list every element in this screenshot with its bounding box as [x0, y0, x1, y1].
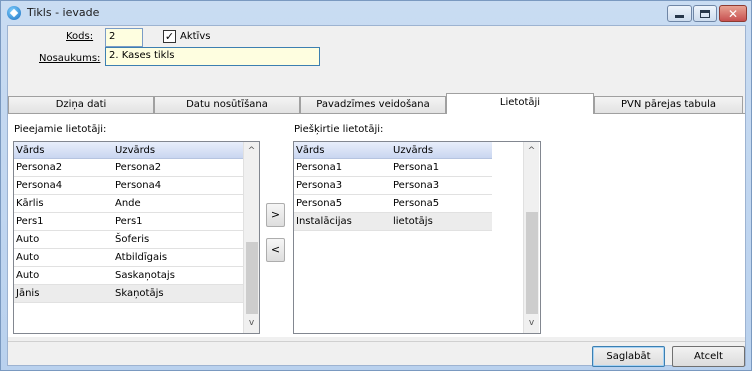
available-users-scrollbar[interactable]: ^ v: [243, 142, 259, 333]
tab-pvn-parejas-tabula[interactable]: PVN pārejas tabula: [594, 96, 743, 113]
cell-uzvards: Atbildīgais: [115, 252, 168, 263]
cell-uzvards: Persona2: [115, 162, 162, 173]
cell-uzvards: lietotājs: [393, 216, 433, 227]
grid-header: Vārds Uzvārds: [14, 142, 243, 159]
table-row[interactable]: Persona3 Persona3: [294, 177, 492, 195]
scroll-down-icon[interactable]: v: [244, 316, 259, 331]
add-user-button[interactable]: >: [266, 203, 285, 227]
tab-panel-lietotaji: Pieejamie lietotāji: Vārds Uzvārds Perso…: [8, 113, 745, 337]
kods-label: Kods:: [66, 31, 94, 42]
tab-strip: Dziņa dati Datu nosūtīšana Pavadzīmes ve…: [8, 93, 745, 114]
column-header-uzvards[interactable]: Uzvārds: [393, 145, 433, 156]
scroll-thumb[interactable]: [526, 212, 538, 314]
check-icon: ✓: [164, 30, 175, 43]
assigned-users-label: Piešķirtie lietotāji:: [294, 124, 384, 135]
kods-field[interactable]: 2: [105, 28, 143, 47]
aktivs-label: Aktīvs: [180, 31, 211, 42]
cell-vards: Jānis: [16, 288, 40, 299]
table-row[interactable]: Instalācijas lietotājs: [294, 213, 492, 231]
minimize-icon: [675, 15, 684, 18]
cancel-button[interactable]: Atcelt: [672, 346, 745, 367]
scroll-up-icon[interactable]: ^: [244, 144, 259, 159]
table-row[interactable]: Pers1 Pers1: [14, 213, 243, 231]
close-button[interactable]: ✕: [719, 5, 747, 22]
remove-user-button[interactable]: <: [266, 238, 285, 262]
cell-vards: Persona3: [296, 180, 343, 191]
cell-vards: Kārlis: [16, 198, 44, 209]
cell-vards: Auto: [16, 252, 40, 263]
table-row[interactable]: Persona4 Persona4: [14, 177, 243, 195]
minimize-button[interactable]: [667, 5, 692, 22]
cell-vards: Persona2: [16, 162, 63, 173]
app-icon: [7, 6, 21, 20]
cell-vards: Persona5: [296, 198, 343, 209]
cell-uzvards: Persona5: [393, 198, 440, 209]
cell-vards: Persona1: [296, 162, 343, 173]
table-row[interactable]: Persona2 Persona2: [14, 159, 243, 177]
save-button[interactable]: Saglabāt: [592, 346, 665, 367]
window-title: Tikls - ievade: [27, 6, 100, 19]
assigned-users-grid[interactable]: Vārds Uzvārds Persona1 Persona1 Persona3…: [293, 141, 541, 334]
table-row[interactable]: Persona1 Persona1: [294, 159, 492, 177]
nosaukums-label: Nosaukums:: [39, 53, 101, 64]
column-header-vards[interactable]: Vārds: [16, 145, 44, 156]
table-row[interactable]: Kārlis Ande: [14, 195, 243, 213]
cell-vards: Pers1: [16, 216, 44, 227]
table-row[interactable]: Auto Saskaņotajs: [14, 267, 243, 285]
cell-uzvards: Pers1: [115, 216, 143, 227]
cell-uzvards: Ande: [115, 198, 141, 209]
cell-vards: Auto: [16, 270, 40, 281]
tab-datu-nosutisana[interactable]: Datu nosūtīšana: [154, 96, 300, 113]
available-users-label: Pieejamie lietotāji:: [14, 124, 107, 135]
table-row[interactable]: Persona5 Persona5: [294, 195, 492, 213]
maximize-icon: [700, 9, 710, 18]
column-header-vards[interactable]: Vārds: [296, 145, 324, 156]
tab-dzina-dati[interactable]: Dziņa dati: [8, 96, 154, 113]
cell-uzvards: Persona3: [393, 180, 440, 191]
tab-pavadzimes-veidosana[interactable]: Pavadzīmes veidošana: [300, 96, 446, 113]
scroll-thumb[interactable]: [246, 242, 258, 314]
cell-uzvards: Persona1: [393, 162, 440, 173]
table-row[interactable]: Auto Atbildīgais: [14, 249, 243, 267]
table-row[interactable]: Auto Šoferis: [14, 231, 243, 249]
dialog-client-area: Kods: 2 ✓ Aktīvs Nosaukums: 2. Kases tik…: [7, 25, 746, 367]
cell-vards: Instalācijas: [296, 216, 352, 227]
cell-uzvards: Saskaņotajs: [115, 270, 175, 281]
grid-header: Vārds Uzvārds: [294, 142, 492, 159]
footer-divider: [8, 341, 745, 342]
scroll-up-icon[interactable]: ^: [524, 144, 539, 159]
scroll-down-icon[interactable]: v: [524, 316, 539, 331]
close-icon: ✕: [727, 6, 739, 21]
assigned-users-scrollbar[interactable]: ^ v: [523, 142, 539, 333]
title-bar[interactable]: Tikls - ievade ✕: [1, 1, 751, 25]
cell-uzvards: Persona4: [115, 180, 162, 191]
cell-vards: Auto: [16, 234, 40, 245]
maximize-button[interactable]: [693, 5, 717, 22]
table-row[interactable]: Jānis Skaņotājs: [14, 285, 243, 303]
tab-lietotaji[interactable]: Lietotāji: [446, 93, 594, 114]
dialog-window: Tikls - ievade ✕ Kods: 2 ✓ Aktīvs Nosauk…: [0, 0, 752, 371]
cell-uzvards: Šoferis: [115, 234, 150, 245]
cell-vards: Persona4: [16, 180, 63, 191]
cell-uzvards: Skaņotājs: [115, 288, 164, 299]
aktivs-checkbox[interactable]: ✓: [163, 30, 176, 43]
column-header-uzvards[interactable]: Uzvārds: [115, 145, 155, 156]
nosaukums-field[interactable]: 2. Kases tikls: [105, 47, 320, 66]
available-users-grid[interactable]: Vārds Uzvārds Persona2 Persona2 Persona4…: [13, 141, 260, 334]
